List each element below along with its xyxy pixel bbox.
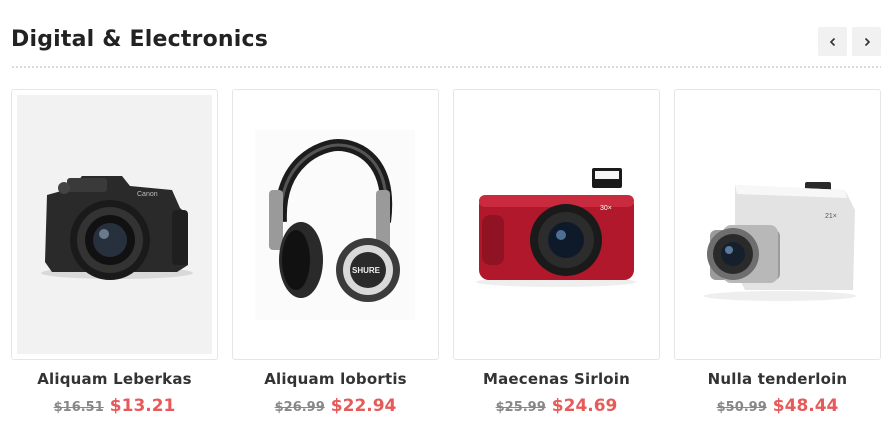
dslr-camera-image: Canon bbox=[17, 95, 212, 354]
chevron-right-icon bbox=[864, 37, 870, 46]
section-divider bbox=[11, 65, 881, 69]
old-price: $50.99 bbox=[716, 400, 767, 415]
product-name[interactable]: Nulla tenderloin bbox=[674, 370, 881, 388]
product-card[interactable]: 21× Nulla tenderloin $50.99 $48.44 bbox=[674, 89, 881, 416]
product-card[interactable]: 30× Maecenas Sirloin $25.99 $24.69 bbox=[453, 89, 660, 416]
old-price: $16.51 bbox=[53, 400, 104, 415]
sale-price: $48.44 bbox=[772, 396, 839, 416]
carousel-next-button[interactable] bbox=[852, 27, 881, 56]
chevron-left-icon bbox=[829, 37, 835, 46]
headphones-image: SHURE bbox=[255, 130, 415, 320]
product-card[interactable]: SHURE Aliquam lobortis $26.99 $22.94 bbox=[232, 89, 439, 416]
price-row: $50.99 $48.44 bbox=[674, 396, 881, 416]
product-card[interactable]: Canon Aliquam Leberkas $16.51 $13.21 bbox=[11, 89, 218, 416]
svg-text:30×: 30× bbox=[600, 205, 612, 212]
svg-text:SHURE: SHURE bbox=[352, 266, 381, 275]
price-row: $26.99 $22.94 bbox=[232, 396, 439, 416]
sale-price: $13.21 bbox=[109, 396, 176, 416]
product-image[interactable]: 21× bbox=[674, 89, 881, 360]
sale-price: $24.69 bbox=[551, 396, 618, 416]
price-row: $25.99 $24.69 bbox=[453, 396, 660, 416]
section-title: Digital & Electronics bbox=[11, 27, 269, 52]
red-compact-camera-image: 30× bbox=[476, 168, 636, 287]
section-header: Digital & Electronics bbox=[11, 24, 881, 69]
carousel-prev-button[interactable] bbox=[818, 27, 847, 56]
svg-text:21×: 21× bbox=[825, 213, 837, 220]
price-row: $16.51 $13.21 bbox=[11, 396, 218, 416]
product-name[interactable]: Maecenas Sirloin bbox=[453, 370, 660, 388]
silver-zoom-camera-image: 21× bbox=[704, 182, 856, 301]
product-image[interactable]: SHURE bbox=[232, 89, 439, 360]
product-image[interactable]: 30× bbox=[453, 89, 660, 360]
old-price: $26.99 bbox=[274, 400, 325, 415]
sale-price: $22.94 bbox=[330, 396, 397, 416]
product-name[interactable]: Aliquam lobortis bbox=[232, 370, 439, 388]
svg-text:Canon: Canon bbox=[137, 191, 158, 198]
product-name[interactable]: Aliquam Leberkas bbox=[11, 370, 218, 388]
product-image[interactable]: Canon bbox=[11, 89, 218, 360]
old-price: $25.99 bbox=[495, 400, 546, 415]
